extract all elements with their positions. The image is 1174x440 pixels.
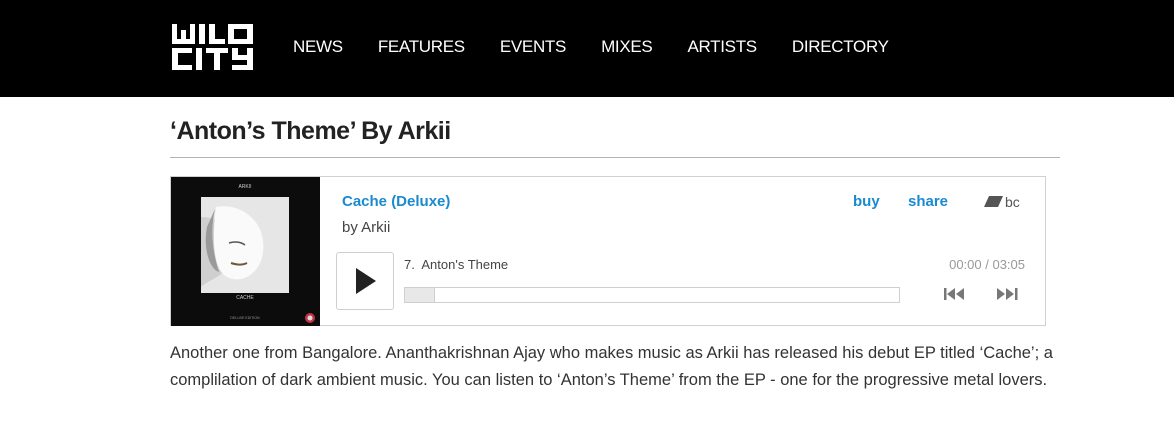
wild-city-logo[interactable] xyxy=(170,22,258,72)
nav-directory[interactable]: DIRECTORY xyxy=(792,37,889,57)
next-track-button[interactable] xyxy=(995,287,1019,301)
cover-top-text: ARKII xyxy=(238,184,251,190)
progress-handle[interactable] xyxy=(405,288,435,302)
album-cover-art: ARKII CACHE DELUXE EDITION xyxy=(171,177,320,326)
article-body: Another one from Bangalore. Ananthakrish… xyxy=(170,344,1053,389)
cover-bottom-text: DELUXE EDITION xyxy=(230,316,260,320)
title-divider xyxy=(170,157,1060,158)
buy-link[interactable]: buy xyxy=(853,193,880,210)
track-title: Anton's Theme xyxy=(421,257,509,272)
track-number: 7. xyxy=(404,257,415,272)
progress-bar[interactable] xyxy=(404,287,900,303)
track-time: 00:00 / 03:05 xyxy=(949,257,1025,272)
share-link[interactable]: share xyxy=(908,193,948,210)
cover-middle-text: CACHE xyxy=(236,295,254,301)
track-info: 7. Anton's Theme xyxy=(404,257,508,272)
article-title: ‘Anton’s Theme’ By Arkii xyxy=(170,117,451,145)
album-title-link[interactable]: Cache (Deluxe) xyxy=(342,193,450,210)
nav-news[interactable]: NEWS xyxy=(293,37,343,57)
site-header: NEWS FEATURES EVENTS MIXES ARTISTS DIREC… xyxy=(0,0,1174,97)
nav-artists[interactable]: ARTISTS xyxy=(687,37,757,57)
main-nav: NEWS FEATURES EVENTS MIXES ARTISTS DIREC… xyxy=(293,37,924,57)
artist-name[interactable]: by Arkii xyxy=(342,219,390,236)
bandcamp-icon: bc xyxy=(984,194,1020,210)
nav-features[interactable]: FEATURES xyxy=(378,37,465,57)
bandcamp-logo[interactable]: bc xyxy=(984,194,1024,210)
nav-mixes[interactable]: MIXES xyxy=(601,37,653,57)
nav-events[interactable]: EVENTS xyxy=(500,37,567,57)
album-cover[interactable]: ARKII CACHE DELUXE EDITION xyxy=(171,177,320,326)
previous-track-button[interactable] xyxy=(943,287,967,301)
play-icon xyxy=(356,268,376,294)
next-icon xyxy=(997,288,1018,300)
bandcamp-player: ARKII CACHE DELUXE EDITION Cache (Deluxe… xyxy=(170,176,1046,326)
play-button[interactable] xyxy=(336,252,394,310)
bandcamp-wordmark: bc xyxy=(1005,194,1020,210)
previous-icon xyxy=(944,288,964,300)
